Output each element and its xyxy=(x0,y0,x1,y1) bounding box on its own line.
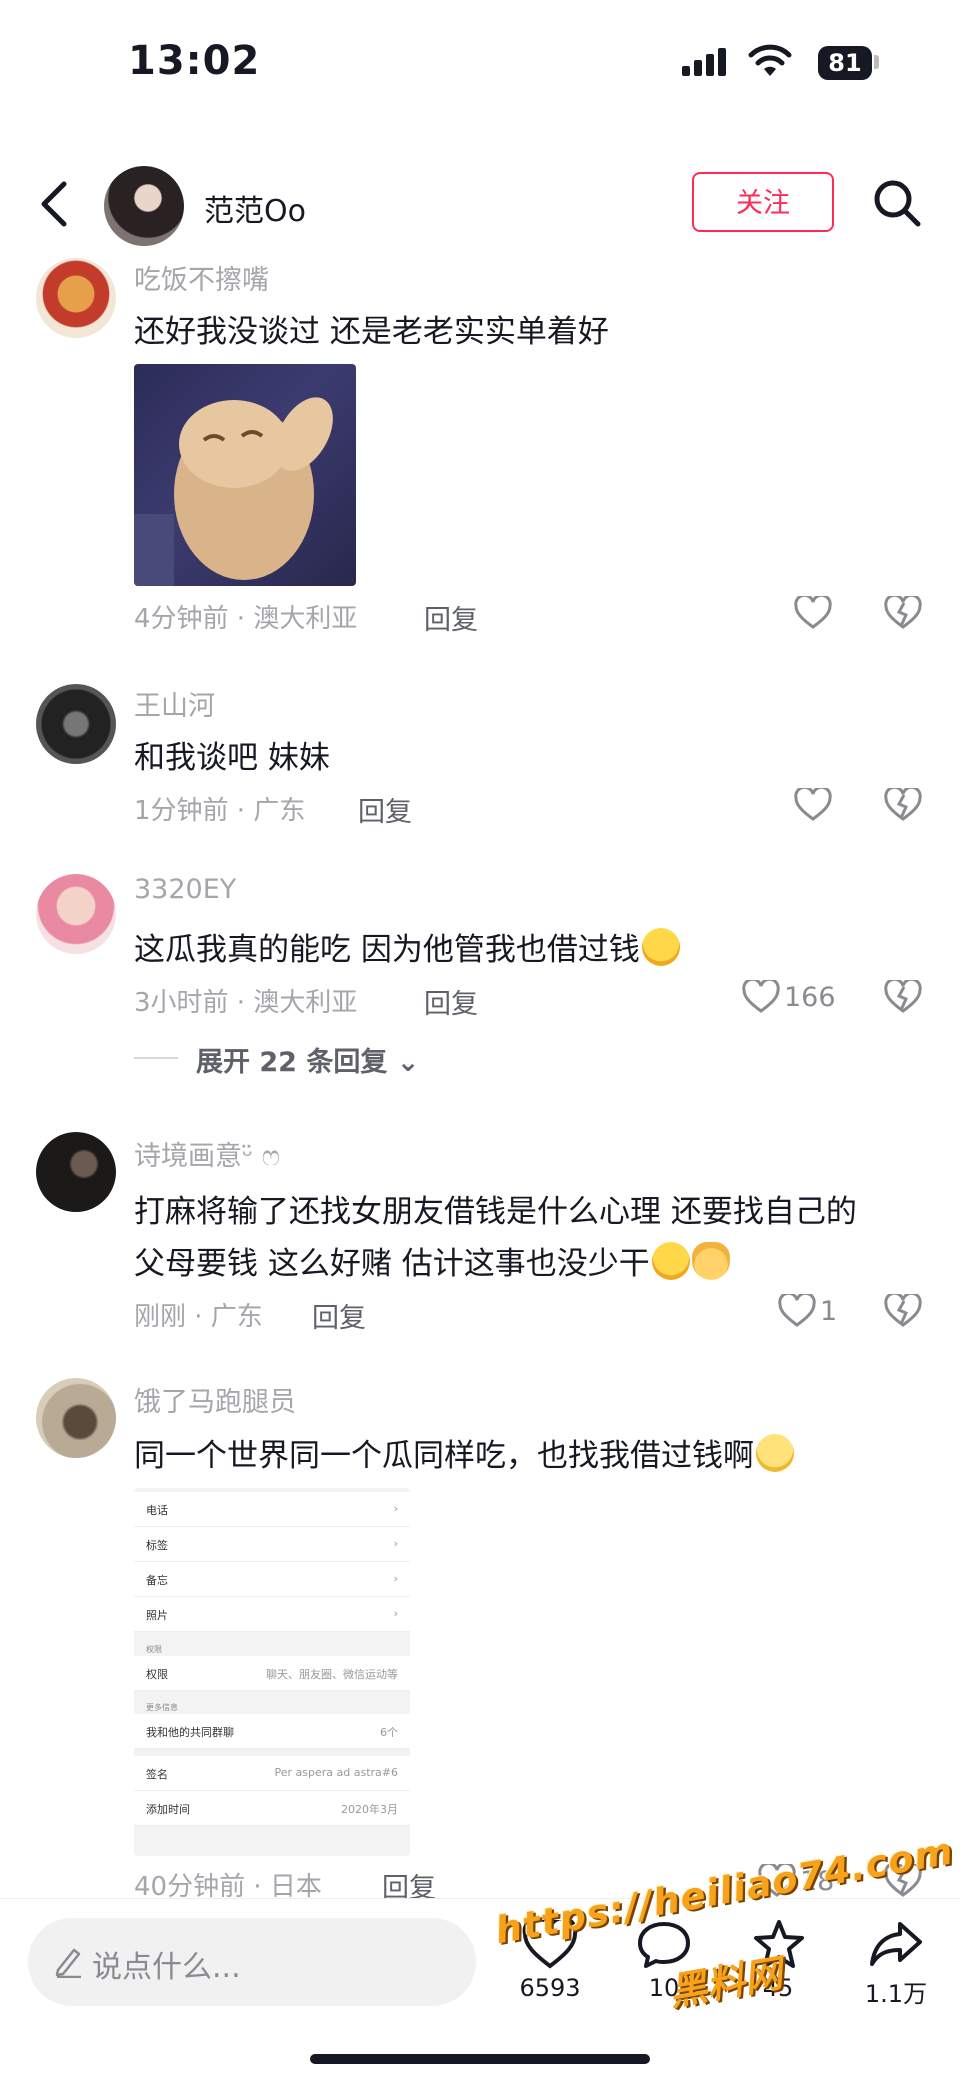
comment-text: 和我谈吧 妹妹 xyxy=(134,740,330,776)
comment-avatar[interactable] xyxy=(36,1378,116,1458)
back-icon[interactable] xyxy=(36,178,76,230)
dislike-icon[interactable] xyxy=(884,596,922,630)
comment-username[interactable]: 吃饭不擦嘴 xyxy=(134,258,269,297)
comment-time-location: 3小时前 · 澳大利亚 xyxy=(134,988,358,1018)
share-count: 1.1万 xyxy=(864,1980,928,2008)
reply-button[interactable]: 回复 xyxy=(424,598,478,637)
thinking-face-emoji-icon xyxy=(756,1434,794,1472)
comment-avatar[interactable] xyxy=(36,258,116,338)
reply-button[interactable]: 回复 xyxy=(358,790,412,829)
follow-button[interactable]: 关注 xyxy=(692,172,834,232)
comment-text-line2: 父母要钱 这么好赌 估计这事也没少干 xyxy=(134,1238,730,1283)
dislike-icon[interactable] xyxy=(884,788,922,822)
share-icon[interactable] xyxy=(868,1920,924,1970)
screenshot-row-label: 照片 xyxy=(146,1609,168,1622)
pen-icon xyxy=(55,1948,81,1978)
like-icon[interactable] xyxy=(794,788,832,822)
dislike-icon[interactable] xyxy=(884,1294,922,1328)
screenshot-row-label: 签名 xyxy=(146,1768,168,1781)
comment-image-screenshot[interactable]: 电话 › 标签 › 备忘 › 照片 › 权限 权限 聊天、朋友圈、微信运动等 更多信息 我… xyxy=(134,1488,410,1856)
comment-time-location: 1分钟前 · 广东 xyxy=(134,796,306,826)
screenshot-row-value: 聊天、朋友圈、微信运动等 xyxy=(266,1668,398,1681)
comment-image-cat-sticker[interactable] xyxy=(134,364,356,586)
screenshot-row-value: 2020年3月 xyxy=(341,1803,398,1816)
comment-text: 这瓜我真的能吃 因为他管我也借过钱 xyxy=(134,924,680,969)
comment-text-line1: 打麻将输了还找女朋友借钱是什么心理 还要找自己的 xyxy=(134,1194,857,1230)
like-count: 166 xyxy=(784,982,836,1013)
like-count: 6593 xyxy=(519,1974,581,2002)
wifi-icon xyxy=(748,44,792,76)
screenshot-section-label: 权限 xyxy=(146,1645,162,1654)
battery-cap xyxy=(874,55,879,69)
screenshot-row-value: Per aspera ad astra#6 xyxy=(274,1766,399,1779)
comment-username[interactable]: 3320EY xyxy=(134,874,236,905)
author-avatar[interactable] xyxy=(104,166,184,246)
reply-button[interactable]: 回复 xyxy=(424,982,478,1021)
like-icon[interactable] xyxy=(778,1294,816,1328)
comment-username[interactable]: 诗境画意ᵕ̈ ෆ xyxy=(134,1134,280,1173)
comment-avatar[interactable] xyxy=(36,1132,116,1212)
ok-hand-emoji-icon xyxy=(691,1242,730,1280)
comment-text: 同一个世界同一个瓜同样吃，也找我借过钱啊 xyxy=(134,1430,794,1475)
screenshot-row-label: 标签 xyxy=(146,1539,168,1552)
search-icon[interactable] xyxy=(872,178,922,230)
expand-replies-button[interactable]: 展开 22 条回复 ⌄ xyxy=(196,1040,419,1079)
signal-icon xyxy=(682,48,726,76)
status-time: 13:02 xyxy=(128,38,261,84)
comment-text-content: 同一个世界同一个瓜同样吃，也找我借过钱啊 xyxy=(134,1438,754,1474)
expand-divider xyxy=(134,1057,178,1059)
dislike-icon[interactable] xyxy=(884,980,922,1014)
screenshot-row-label: 添加时间 xyxy=(146,1803,190,1816)
rolling-laugh-emoji-icon xyxy=(651,1242,690,1280)
expand-replies-label: 展开 22 条回复 xyxy=(196,1047,388,1078)
screenshot-row-label: 备忘 xyxy=(146,1574,168,1587)
screenshot-row-label: 我和他的共同群聊 xyxy=(146,1726,234,1739)
comment-username[interactable]: 王山河 xyxy=(134,684,215,723)
comment-text-content: 父母要钱 这么好赌 估计这事也没少干 xyxy=(134,1246,650,1282)
grin-sweat-emoji-icon xyxy=(641,928,680,966)
comment-input-placeholder[interactable]: 说点什么... xyxy=(92,1942,241,1986)
like-count: 1 xyxy=(820,1296,838,1327)
home-indicator xyxy=(310,2054,650,2064)
battery-indicator: 81 xyxy=(818,46,872,80)
chevron-down-icon: ⌄ xyxy=(387,1047,420,1078)
comment-avatar[interactable] xyxy=(36,684,116,764)
comment-time-location: 刚刚 · 广东 xyxy=(134,1302,263,1332)
author-name[interactable]: 范范Oo xyxy=(204,186,306,230)
screenshot-section-label: 更多信息 xyxy=(146,1703,178,1712)
screenshot-row-value: 6个 xyxy=(380,1726,398,1739)
comment-text: 还好我没谈过 还是老老实实单着好 xyxy=(134,314,609,350)
reply-button[interactable]: 回复 xyxy=(312,1296,366,1335)
comment-text-content: 这瓜我真的能吃 因为他管我也借过钱 xyxy=(134,932,640,968)
comment-username[interactable]: 饿了马跑腿员 xyxy=(134,1380,296,1419)
like-icon[interactable] xyxy=(742,980,780,1014)
screenshot-row-label: 电话 xyxy=(146,1504,168,1517)
comment-time-location: 4分钟前 · 澳大利亚 xyxy=(134,604,358,634)
like-icon[interactable] xyxy=(794,596,832,630)
screenshot-row-label: 权限 xyxy=(146,1668,168,1681)
comment-avatar[interactable] xyxy=(36,874,116,954)
